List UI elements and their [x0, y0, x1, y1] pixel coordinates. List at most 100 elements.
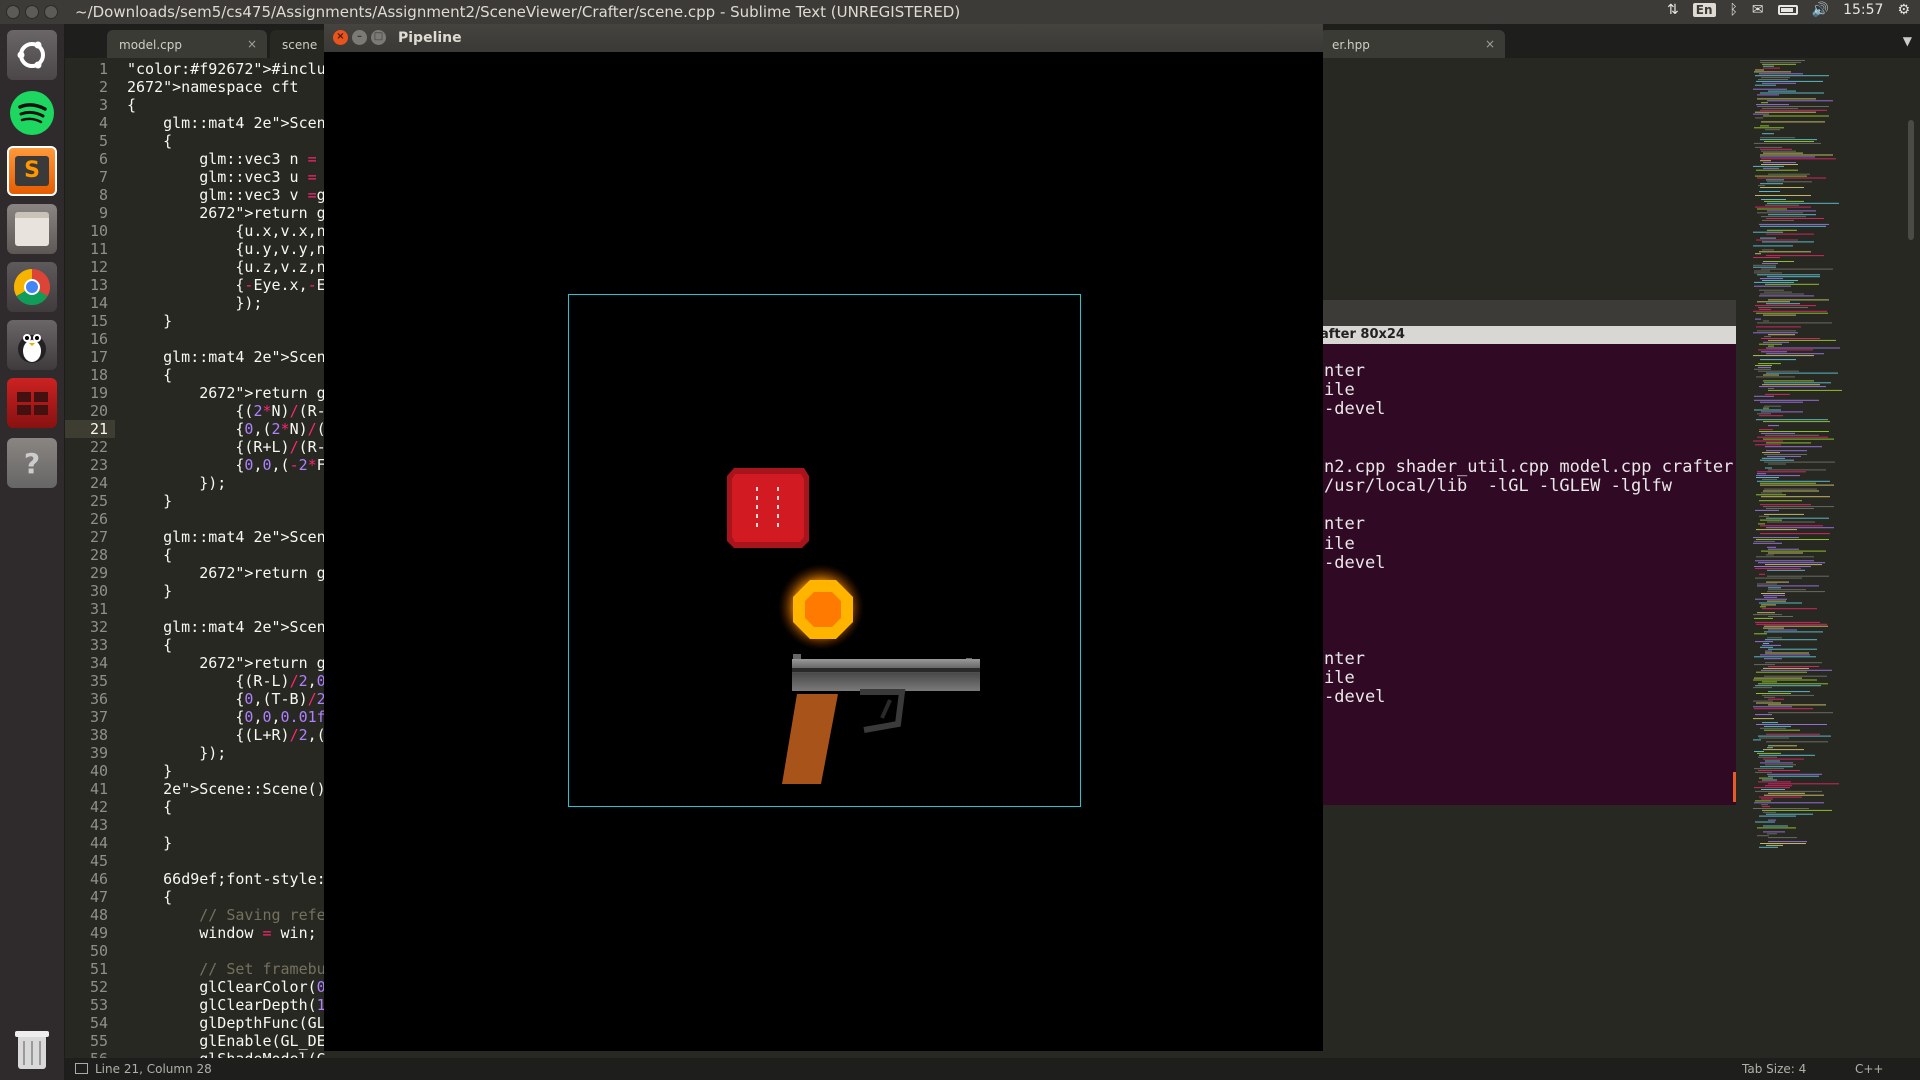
code-line: });	[127, 744, 227, 762]
tab-size-selector[interactable]: Tab Size: 4	[1742, 1062, 1806, 1076]
tab-crafter-hpp[interactable]: er.hpp ×	[1320, 30, 1505, 58]
minimap-line	[1760, 843, 1806, 844]
terminal-line: nter	[1324, 360, 1365, 381]
minimap-line	[1761, 121, 1825, 123]
gear-icon[interactable]: ⚙	[1897, 2, 1910, 18]
tab-overflow-icon[interactable]: ▼	[1903, 34, 1912, 48]
system-monitor-icon[interactable]	[7, 320, 57, 370]
minimap-line	[1762, 82, 1796, 84]
minimap-line	[1754, 399, 1819, 401]
minimap-line	[1763, 65, 1774, 67]
minimap-line	[1767, 100, 1833, 102]
ubuntu-icon[interactable]	[7, 30, 57, 80]
line-number: 32	[89, 618, 108, 636]
minimap-line	[1757, 471, 1806, 473]
code-line: glm::vec3 u =	[127, 168, 317, 186]
minimap-line	[1768, 629, 1797, 631]
minimap-line	[1758, 307, 1808, 308]
minimap-line	[1756, 477, 1779, 478]
code-line: }	[127, 582, 173, 600]
line-number: 19	[89, 384, 108, 402]
line-number-gutter: 1 2 3 4 5 6 7 8 9 10 11 12 13 14 15 16 17 18 19 20 21 22 23 24 2…	[65, 58, 115, 1068]
minimap-line	[1761, 338, 1820, 339]
spotify-icon[interactable]	[7, 88, 57, 138]
minimap[interactable]	[1745, 58, 1920, 1058]
minimap-line	[1753, 679, 1817, 681]
close-window-icon[interactable]	[6, 5, 20, 19]
minimap-line	[1757, 94, 1779, 96]
minimap-line	[1757, 322, 1832, 324]
minimap-line	[1755, 567, 1801, 569]
minimap-line	[1758, 756, 1777, 758]
minimap-line	[1768, 819, 1776, 821]
terminal-line: -devel	[1324, 399, 1386, 420]
syntax-selector[interactable]: C++	[1855, 1062, 1884, 1076]
minimap-line	[1753, 165, 1784, 167]
line-number: 47	[89, 888, 108, 906]
editor-scrollbar[interactable]	[1908, 120, 1914, 240]
maximize-window-icon[interactable]	[44, 5, 58, 19]
line-number: 21	[89, 420, 108, 438]
minimap-line	[1763, 320, 1769, 322]
minimap-line	[1765, 785, 1792, 787]
window-title: ~/Downloads/sem5/cs475/Assignments/Assig…	[75, 3, 961, 21]
close-tab-icon[interactable]: ×	[247, 37, 257, 51]
minimap-line	[1754, 768, 1784, 770]
minimap-line	[1758, 185, 1765, 187]
workspaces-icon[interactable]	[7, 378, 57, 428]
minimap-line	[1764, 336, 1771, 338]
network-transfer-icon[interactable]: ⇅	[1667, 2, 1679, 18]
minimap-line	[1766, 813, 1813, 815]
code-line: }	[127, 492, 173, 510]
code-editor[interactable]: "color:#f92672">#include "scene.hpp"2672…	[127, 58, 327, 1058]
battery-icon[interactable]	[1777, 5, 1798, 15]
volume-icon[interactable]: 🔊	[1812, 2, 1829, 18]
minimap-line	[1767, 591, 1825, 593]
minimap-line	[1768, 339, 1836, 341]
minimize-window-icon[interactable]	[25, 5, 39, 19]
line-number: 5	[98, 132, 108, 150]
bluetooth-icon[interactable]: ᛒ	[1730, 2, 1738, 18]
minimap-line	[1765, 764, 1796, 766]
minimap-line	[1757, 835, 1769, 837]
minimap-line	[1761, 150, 1796, 152]
clock[interactable]: 15:57	[1843, 2, 1883, 18]
minimap-line	[1763, 167, 1779, 169]
minimap-line	[1759, 602, 1802, 604]
trash-icon[interactable]	[7, 1024, 57, 1074]
minimap-line	[1767, 575, 1829, 577]
terminal-title-bar[interactable]: after 80x24	[1320, 326, 1736, 344]
tab-model-cpp[interactable]: model.cpp ×	[107, 30, 267, 58]
minimap-line	[1753, 113, 1769, 115]
code-line: 2e">Scene::Scene()	[163, 780, 326, 798]
panel-toggle-icon[interactable]	[75, 1063, 88, 1074]
line-number: 41	[89, 780, 108, 798]
close-tab-icon[interactable]: ×	[1485, 37, 1495, 51]
help-icon[interactable]: ?	[7, 438, 57, 488]
line-number: 54	[89, 1014, 108, 1032]
code-line: {(R-L)/2,0	[127, 672, 326, 690]
minimap-line	[1766, 554, 1774, 556]
minimap-line	[1761, 102, 1768, 104]
mail-icon[interactable]: ✉	[1752, 2, 1764, 18]
code-line: glDepthFunc(GL	[127, 1014, 326, 1032]
minimap-line	[1760, 278, 1783, 280]
sublime-text-icon[interactable]: S	[7, 146, 57, 196]
files-icon[interactable]	[7, 204, 57, 254]
minimap-line	[1753, 808, 1809, 809]
minimap-line	[1763, 407, 1769, 409]
code-line: {-Eye.x,-E	[127, 276, 326, 294]
minimap-line	[1753, 88, 1787, 90]
chrome-icon[interactable]	[7, 262, 57, 312]
pipeline-window[interactable]: × – □ Pipeline	[324, 24, 1323, 1051]
terminal-window[interactable]: after 80x24 nter ile -devel n2.cpp shader_u…	[1320, 300, 1736, 805]
minimap-line	[1767, 202, 1839, 204]
keyboard-layout-indicator[interactable]: En	[1692, 3, 1716, 17]
minimap-line	[1758, 770, 1800, 771]
minimap-line	[1758, 523, 1765, 525]
line-number: 20	[89, 402, 108, 420]
minimap-line	[1758, 363, 1781, 365]
minimap-line	[1760, 61, 1801, 63]
minimap-line	[1762, 219, 1794, 221]
minimap-line	[1760, 525, 1823, 527]
